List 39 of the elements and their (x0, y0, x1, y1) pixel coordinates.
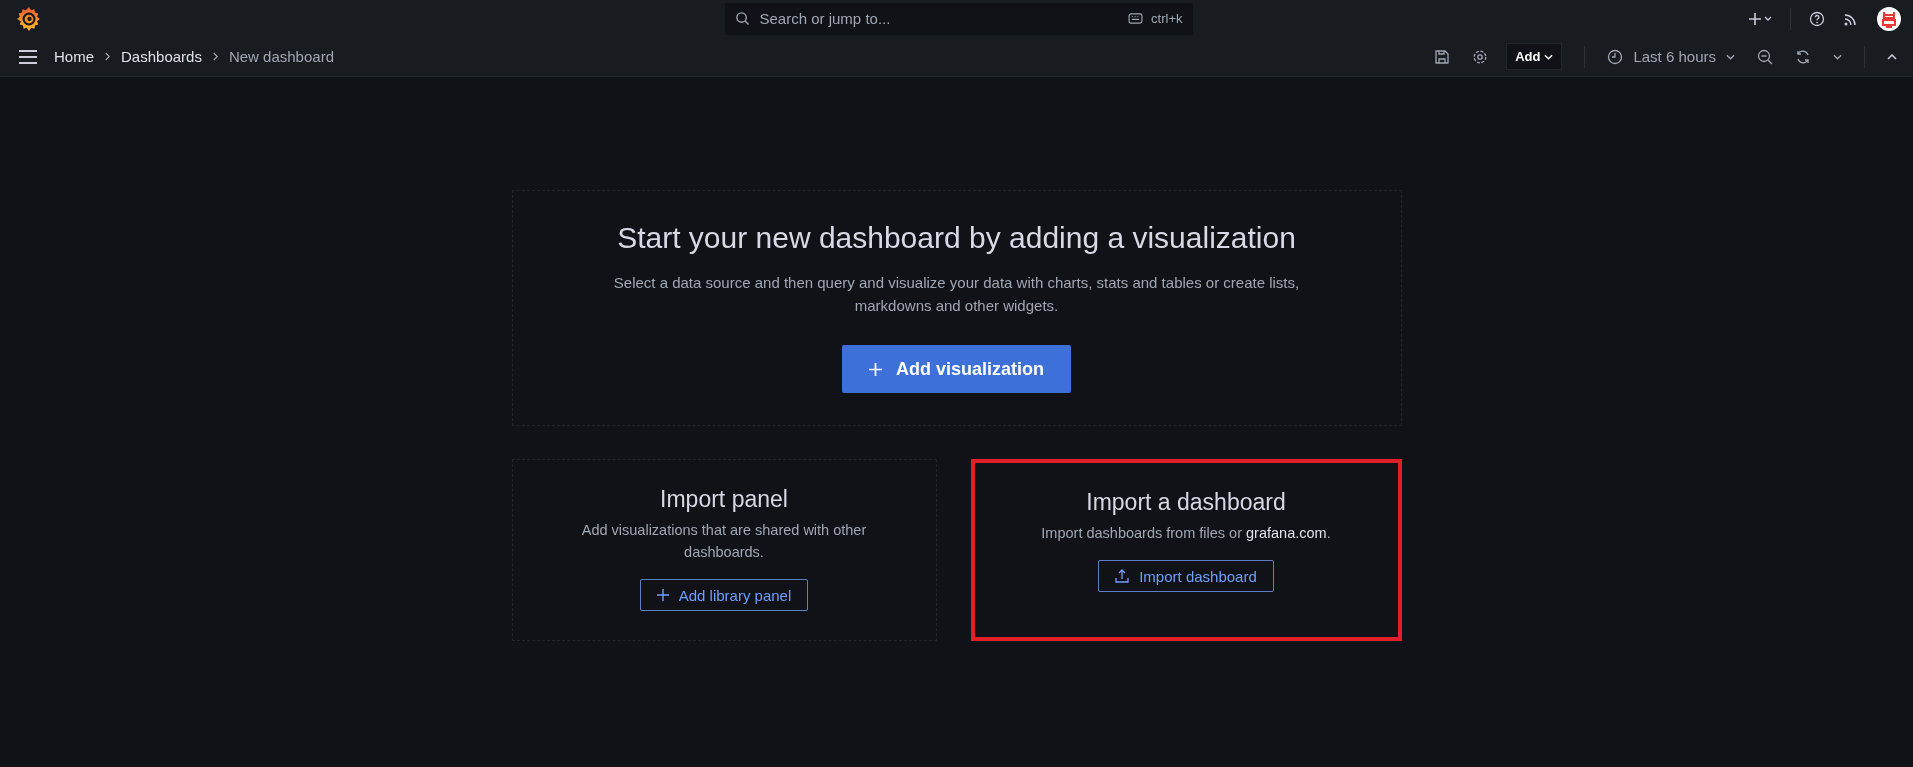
caret-icon[interactable] (1833, 53, 1842, 60)
plus-icon (869, 362, 882, 376)
search-icon (734, 11, 750, 26)
caret-icon (1726, 53, 1735, 60)
help-icon[interactable] (1809, 10, 1825, 27)
breadcrumb-link[interactable]: New dashboard (228, 48, 334, 65)
clock-icon (1607, 48, 1624, 65)
keyboard-icon (1128, 13, 1144, 24)
logo-icon[interactable] (16, 5, 42, 32)
add-visualization-button[interactable]: Add visualization (842, 345, 1071, 393)
plus-icon (656, 589, 669, 601)
search-input[interactable]: Search or jump to... (757, 9, 1121, 28)
chevron-icon (211, 52, 219, 61)
search-bar[interactable]: Search or jump to... ctrl+k (724, 2, 1193, 35)
menu-icon[interactable] (18, 48, 38, 65)
avatar-icon[interactable] (1877, 6, 1901, 31)
add-library-panel-button[interactable]: Add library panel (639, 579, 809, 611)
time-range-picker[interactable]: Last 6 hours (1607, 48, 1735, 65)
chevron-icon (104, 52, 111, 61)
caret-icon (1544, 53, 1554, 60)
add-dropdown-button[interactable]: Add (1506, 43, 1563, 70)
zoom-out-icon[interactable] (1757, 48, 1773, 65)
settings-icon[interactable] (1472, 48, 1489, 65)
card-title: Import a dashboard (1086, 489, 1286, 516)
hero-title: Start your new dashboard by adding a visualization (617, 221, 1296, 255)
plus-icon (1748, 10, 1772, 27)
breadcrumb-link[interactable]: Home (54, 48, 94, 65)
card-description: Import dashboards from files or grafana.com. (1040, 524, 1332, 543)
import-dashboard-button[interactable]: Import dashboard (1098, 560, 1274, 592)
card-description: Add visualizations that are shared with other dashboards. (580, 521, 868, 562)
shortcut-hint: ctrl+k (1151, 11, 1183, 26)
upload-icon (1115, 569, 1130, 583)
refresh-icon[interactable] (1795, 48, 1811, 65)
card-title: Import panel (660, 486, 788, 513)
collapse-icon[interactable] (1887, 53, 1897, 60)
new-button[interactable] (1748, 10, 1772, 27)
breadcrumb-link[interactable]: Dashboards (121, 48, 202, 65)
save-icon[interactable] (1434, 48, 1451, 65)
hero-description: Select a data source and then query and visualize your data with charts, stats and tables or create lists, markdowns and other widgets. (612, 273, 1301, 316)
